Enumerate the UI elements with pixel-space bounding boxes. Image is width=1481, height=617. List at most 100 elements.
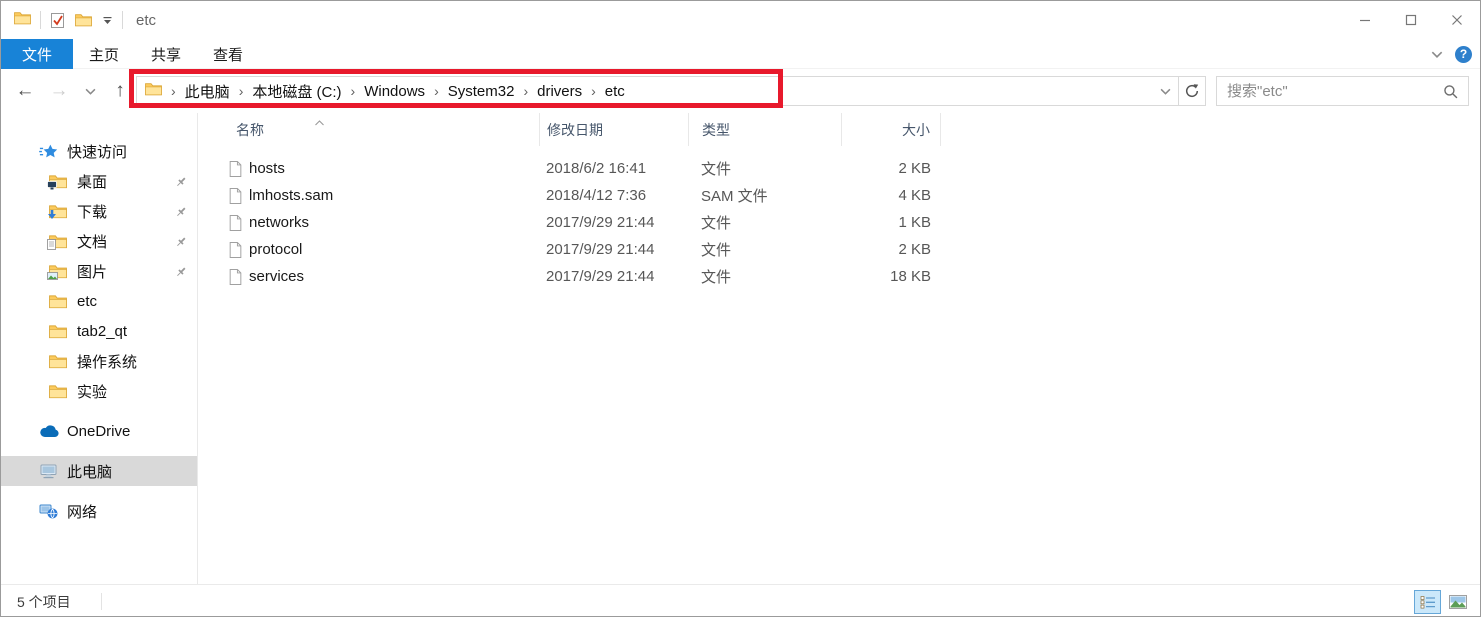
navigation-row: ← → ↑ › 此电脑 › 本地磁盘 (C:) › Windows › Syst…	[1, 69, 1480, 113]
file-rows: hosts 2018/6/2 16:41 文件 2 KB lmhosts.sam…	[199, 155, 1481, 290]
address-bar[interactable]: › 此电脑 › 本地磁盘 (C:) › Windows › System32 ›…	[136, 76, 1206, 106]
file-date: 2017/9/29 21:44	[539, 241, 688, 258]
title-bar: etc	[1, 1, 1480, 39]
pin-icon	[175, 265, 187, 282]
sidebar-item-desktop[interactable]: 桌面	[1, 166, 197, 196]
properties-button[interactable]	[50, 12, 65, 29]
file-type: 文件	[688, 239, 841, 260]
forward-button[interactable]: →	[43, 69, 75, 113]
collapse-ribbon-chevron-icon[interactable]	[1431, 51, 1443, 58]
file-row-lmhosts[interactable]: lmhosts.sam 2018/4/12 7:36 SAM 文件 4 KB	[199, 182, 1481, 209]
file-icon	[229, 215, 242, 231]
tab-view[interactable]: 查看	[197, 39, 259, 69]
large-icons-view-button[interactable]	[1444, 590, 1471, 614]
folder-icon	[49, 294, 69, 309]
onedrive-cloud-icon	[39, 425, 59, 438]
close-button[interactable]	[1434, 1, 1480, 39]
file-name: hosts	[249, 160, 285, 177]
sidebar-item-label: 网络	[67, 501, 97, 522]
file-date: 2018/6/2 16:41	[539, 160, 688, 177]
app-folder-icon[interactable]	[14, 11, 31, 30]
breadcrumb-this-pc[interactable]: 此电脑	[185, 81, 230, 102]
search-input[interactable]	[1217, 83, 1443, 100]
pin-icon	[175, 175, 187, 192]
downloads-folder-icon	[49, 204, 69, 219]
file-type: SAM 文件	[688, 185, 841, 206]
breadcrumb-separator: ›	[342, 83, 365, 99]
file-size: 4 KB	[841, 187, 941, 204]
file-row-networks[interactable]: networks 2017/9/29 21:44 文件 1 KB	[199, 209, 1481, 236]
window-title: etc	[136, 12, 156, 29]
address-dropdown-chevron-icon[interactable]	[1152, 88, 1178, 95]
view-toggle-buttons	[1414, 590, 1471, 614]
sidebar-item-this-pc[interactable]: 此电脑	[1, 456, 197, 486]
toolbar-separator	[122, 11, 123, 29]
file-row-hosts[interactable]: hosts 2018/6/2 16:41 文件 2 KB	[199, 155, 1481, 182]
pictures-folder-icon	[49, 264, 69, 279]
documents-folder-icon	[49, 234, 69, 249]
minimize-button[interactable]	[1342, 1, 1388, 39]
breadcrumb-separator: ›	[162, 83, 185, 99]
file-icon	[229, 161, 242, 177]
file-row-services[interactable]: services 2017/9/29 21:44 文件 18 KB	[199, 263, 1481, 290]
customize-toolbar-dropdown-icon[interactable]	[102, 16, 113, 25]
sidebar-item-downloads[interactable]: 下载	[1, 196, 197, 226]
breadcrumb-etc[interactable]: etc	[605, 83, 625, 100]
new-folder-button[interactable]	[75, 13, 92, 27]
sidebar-item-label: OneDrive	[67, 423, 130, 440]
column-header-name[interactable]: 名称	[199, 113, 539, 146]
refresh-icon[interactable]	[1179, 83, 1205, 99]
sidebar-item-label: 文档	[77, 231, 107, 252]
file-date: 2017/9/29 21:44	[539, 268, 688, 285]
sidebar-item-pictures[interactable]: 图片	[1, 256, 197, 286]
toolbar-separator	[40, 11, 41, 29]
details-view-button[interactable]	[1414, 590, 1441, 614]
file-list-pane: 名称 修改日期 类型 大小 hosts 2018/6/2 16:41 文件 2 …	[199, 113, 1481, 584]
breadcrumb-drivers[interactable]: drivers	[537, 83, 582, 100]
sidebar-item-label: tab2_qt	[77, 323, 127, 340]
column-header-type[interactable]: 类型	[688, 113, 841, 146]
up-button[interactable]: ↑	[105, 69, 135, 113]
sidebar-item-etc[interactable]: etc	[1, 286, 197, 316]
file-name: services	[249, 268, 304, 285]
folder-icon	[49, 324, 69, 339]
file-icon	[229, 269, 242, 285]
back-button[interactable]: ←	[9, 69, 41, 113]
window-controls	[1342, 1, 1480, 39]
file-row-protocol[interactable]: protocol 2017/9/29 21:44 文件 2 KB	[199, 236, 1481, 263]
sidebar-item-label: 实验	[77, 381, 107, 402]
sidebar-item-onedrive[interactable]: OneDrive	[1, 416, 197, 446]
sidebar-item-label: 下载	[77, 201, 107, 222]
desktop-folder-icon	[49, 174, 69, 189]
search-icon[interactable]	[1443, 84, 1458, 99]
file-size: 2 KB	[841, 160, 941, 177]
column-header-size[interactable]: 大小	[841, 113, 941, 146]
sidebar-item-tab2-qt[interactable]: tab2_qt	[1, 316, 197, 346]
status-bar: 5 个项目	[1, 584, 1480, 617]
sidebar-item-label: 桌面	[77, 171, 107, 192]
maximize-button[interactable]	[1388, 1, 1434, 39]
sidebar-item-os[interactable]: 操作系统	[1, 346, 197, 376]
file-type: 文件	[688, 212, 841, 233]
recent-locations-chevron-icon[interactable]	[77, 69, 103, 113]
sidebar-item-network[interactable]: 网络	[1, 496, 197, 526]
breadcrumb-separator: ›	[230, 83, 253, 99]
breadcrumb-separator: ›	[514, 83, 537, 99]
column-header-date-modified[interactable]: 修改日期	[539, 113, 688, 146]
breadcrumb-local-disk-c[interactable]: 本地磁盘 (C:)	[252, 81, 341, 102]
breadcrumb-separator: ›	[425, 83, 448, 99]
ribbon-tab-bar: 文件 主页 共享 查看	[1, 39, 1480, 69]
tab-file[interactable]: 文件	[1, 39, 73, 69]
sidebar-item-label: etc	[77, 293, 97, 310]
tab-home[interactable]: 主页	[73, 39, 135, 69]
breadcrumb-system32[interactable]: System32	[448, 83, 515, 100]
sidebar-item-documents[interactable]: 文档	[1, 226, 197, 256]
item-count: 5 个项目	[17, 585, 71, 617]
breadcrumb-windows[interactable]: Windows	[364, 83, 425, 100]
help-icon[interactable]: ?	[1455, 46, 1472, 63]
file-icon	[229, 188, 242, 204]
file-explorer-window: etc 文件 主页 共享 查看 ? ← → ↑ › 此电脑 › 本地磁盘 (C:…	[0, 0, 1481, 617]
sidebar-item-quick-access[interactable]: 快速访问	[1, 136, 197, 166]
tab-share[interactable]: 共享	[135, 39, 197, 69]
sidebar-item-experiment[interactable]: 实验	[1, 376, 197, 406]
